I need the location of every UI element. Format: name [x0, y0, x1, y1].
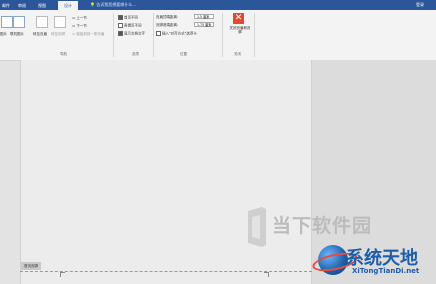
footer-bottom-distance-label: 页脚底端距离:	[156, 23, 179, 27]
link-to-previous-label: 链接到前一条页眉	[76, 32, 105, 36]
option-show-document[interactable]: 显示文档文字	[118, 31, 145, 36]
option-label: 首页不同	[124, 15, 138, 20]
divider	[254, 13, 255, 57]
page-left-edge	[20, 60, 21, 284]
tab-design[interactable]: 设计	[58, 1, 78, 10]
online-picture-icon[interactable]	[13, 16, 25, 28]
insert-align-tab-label: 插入"对齐方式"选项卡	[162, 31, 197, 36]
group-close-label: 关闭	[234, 52, 241, 56]
insert-align-tab-button[interactable]: 插入"对齐方式"选项卡	[156, 31, 197, 36]
group-position-label: 位置	[180, 52, 187, 56]
group-options-label: 选项	[132, 52, 139, 56]
picture-button[interactable]: 图片	[0, 32, 7, 36]
previous-section[interactable]: ▭ 上一节	[72, 16, 87, 20]
document-page[interactable]	[20, 60, 312, 284]
option-different-first[interactable]: 首页不同	[118, 15, 138, 20]
margin-corner-mark	[264, 272, 269, 277]
divider	[113, 13, 114, 57]
search-placeholder: 告诉我您想要做什么...	[96, 2, 137, 7]
tab-review[interactable]: 审阅	[18, 1, 26, 10]
goto-header-icon[interactable]	[36, 16, 48, 28]
online-picture-button[interactable]: 联机图片	[10, 32, 24, 36]
option-label: 奇偶页不同	[124, 23, 142, 28]
checkbox-checked-icon	[118, 31, 123, 36]
checkbox-checked-icon	[118, 15, 123, 20]
ribbon: 图片 联机图片 转至页眉 转至页脚 ▭ 上一节 ▭ 下一节 ▭ 链接到前一条页眉…	[0, 10, 436, 61]
footer-tag: 首页页脚	[21, 262, 41, 270]
sign-in-link[interactable]: 登录	[416, 1, 424, 9]
option-label: 显示文档文字	[124, 31, 145, 36]
watermark-url: XiTongTianDi.net	[352, 267, 420, 275]
divider	[222, 13, 223, 57]
footer-bottom-distance-input[interactable]: 1.75 厘米	[194, 22, 214, 27]
watermark-text: 当下软件园	[272, 215, 373, 237]
goto-footer-button[interactable]: 转至页脚	[51, 32, 65, 36]
close-icon[interactable]: ✕	[233, 13, 244, 24]
header-top-distance-input[interactable]: 1.5 厘米	[194, 14, 214, 19]
option-odd-even[interactable]: 奇偶页不同	[118, 23, 142, 28]
tell-me-search[interactable]: 💡 告诉我您想要做什么...	[90, 1, 210, 9]
previous-section-label: 上一节	[76, 16, 87, 20]
link-to-previous[interactable]: ▭ 链接到前一条页眉	[72, 32, 104, 36]
office-logo-icon	[248, 207, 266, 247]
picture-icon[interactable]	[1, 16, 13, 28]
align-tab-icon	[156, 31, 161, 36]
close-header-footer-button[interactable]: 关闭页眉和页脚	[229, 26, 251, 34]
title-bar: 邮件 审阅 视图 设计 💡 告诉我您想要做什么... 登录	[0, 0, 436, 10]
next-section-label: 下一节	[76, 24, 87, 28]
group-navigation-label: 导航	[60, 52, 67, 56]
tab-mailings[interactable]: 邮件	[2, 1, 10, 10]
tab-view[interactable]: 视图	[38, 1, 46, 10]
next-section[interactable]: ▭ 下一节	[72, 24, 87, 28]
checkbox-icon	[118, 23, 123, 28]
margin-corner-mark	[60, 272, 65, 277]
divider	[153, 13, 154, 57]
goto-header-button[interactable]: 转至页眉	[33, 32, 47, 36]
goto-footer-icon[interactable]	[54, 16, 66, 28]
header-top-distance-label: 页眉顶端距离:	[156, 15, 179, 19]
